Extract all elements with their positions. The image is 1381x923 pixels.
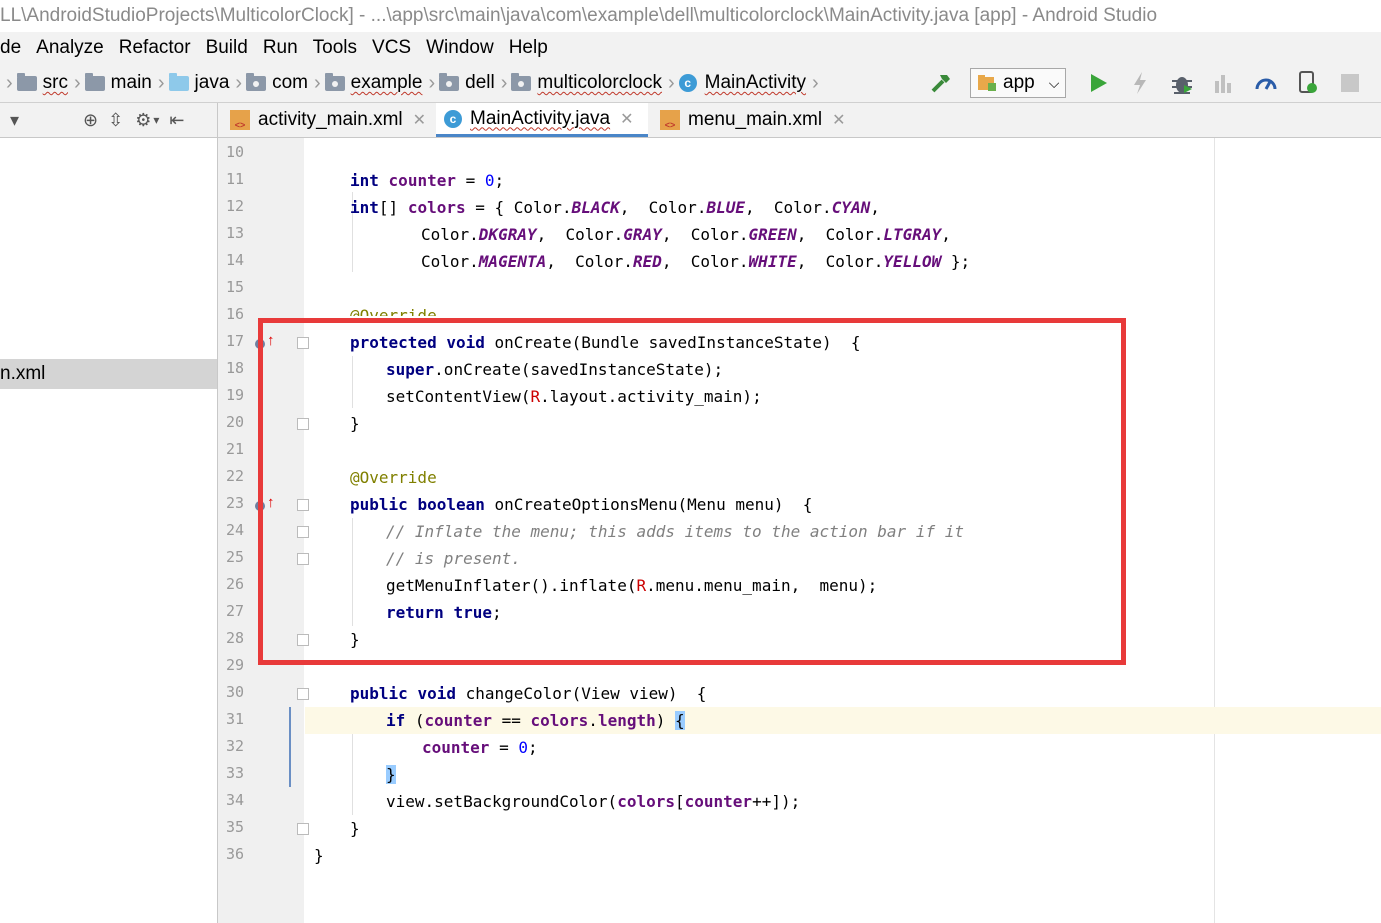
- hammer-icon[interactable]: [928, 69, 956, 97]
- run-icon[interactable]: [1084, 69, 1112, 97]
- menu-run[interactable]: Run: [263, 37, 298, 59]
- chevron-right-icon: ›: [74, 71, 81, 94]
- breadcrumb-dell[interactable]: dell ›: [439, 72, 511, 95]
- chevron-right-icon: ›: [812, 71, 819, 94]
- code-line-32: counter = 0;: [422, 738, 538, 757]
- scroll-from-source-icon[interactable]: ⊕: [83, 110, 98, 131]
- chevron-right-icon: ›: [667, 71, 675, 94]
- chevron-right-icon: ›: [428, 71, 436, 94]
- breadcrumb-example[interactable]: example ›: [324, 71, 440, 95]
- breadcrumb-main[interactable]: main ›: [84, 71, 169, 95]
- apply-changes-icon[interactable]: [1126, 69, 1154, 97]
- menu-tools[interactable]: Tools: [313, 37, 357, 59]
- tab-menu-main-xml[interactable]: <> menu_main.xml ✕: [652, 103, 852, 137]
- highlight-annotation-box: [258, 318, 1126, 665]
- stop-icon[interactable]: [1336, 69, 1364, 97]
- collapse-all-icon[interactable]: ⇳: [108, 110, 123, 131]
- close-icon[interactable]: ✕: [620, 109, 633, 129]
- gear-icon[interactable]: ⚙: [135, 110, 151, 131]
- code-line-31-current: if (counter == colors.length) {: [305, 707, 1381, 734]
- project-tool-header: ▾ ⊕ ⇳ ⚙ ▾ ⇤: [0, 103, 218, 137]
- code-line-34: view.setBackgroundColor(colors[counter++…: [386, 792, 801, 811]
- chevron-right-icon: ›: [235, 71, 243, 94]
- close-icon[interactable]: ✕: [832, 110, 845, 130]
- android-module-icon: [978, 75, 996, 91]
- xml-icon: <>: [660, 110, 680, 130]
- code-line-36: }: [314, 846, 324, 865]
- class-icon: c: [678, 74, 697, 92]
- menu-vcs[interactable]: VCS: [372, 37, 411, 59]
- folder-icon: [16, 72, 37, 91]
- matched-brace: {: [675, 711, 685, 730]
- debug-icon[interactable]: [1168, 69, 1196, 97]
- source-folder-icon: [168, 72, 189, 91]
- breadcrumb-multicolorclock[interactable]: multicolorclock ›: [511, 72, 678, 95]
- main-toolbar: app ⌵: [928, 66, 1378, 100]
- chevron-down-icon: ⌵: [1048, 74, 1060, 91]
- run-configuration-select[interactable]: app ⌵: [970, 68, 1067, 98]
- window-title: LL\AndroidStudioProjects\MulticolorClock…: [0, 0, 1381, 32]
- menu-bar: de Analyze Refactor Build Run Tools VCS …: [0, 32, 1381, 64]
- chevron-right-icon: ›: [313, 71, 321, 94]
- device-manager-icon[interactable]: [1294, 69, 1322, 97]
- attach-debugger-icon[interactable]: [1210, 69, 1238, 97]
- menu-window[interactable]: Window: [426, 37, 494, 59]
- package-icon: [439, 72, 460, 91]
- code-line-16: @Override: [350, 306, 437, 316]
- breadcrumb-java[interactable]: java ›: [168, 71, 247, 95]
- menu-help[interactable]: Help: [509, 37, 548, 59]
- xml-icon: <>: [230, 110, 250, 130]
- hide-panel-icon[interactable]: ⇤: [169, 110, 184, 131]
- chevron-right-icon: ›: [157, 71, 165, 94]
- class-icon: c: [444, 109, 462, 128]
- tab-activity-main-xml[interactable]: <> activity_main.xml ✕: [222, 103, 434, 137]
- package-icon: [324, 72, 345, 91]
- code-line-33: }: [0, 761, 1381, 788]
- menu-ide[interactable]: de: [0, 37, 21, 59]
- chevron-right-icon: ›: [6, 71, 13, 94]
- code-line-13: Color.DKGRAY, Color.GRAY, Color.GREEN, C…: [421, 225, 951, 244]
- dropdown-arrow-icon[interactable]: ▾: [10, 110, 19, 131]
- profiler-icon[interactable]: [1252, 69, 1280, 97]
- code-line-12: int[] colors = { Color.BLACK, Color.BLUE…: [350, 198, 880, 217]
- code-line-30: public void changeColor(View view) {: [350, 684, 707, 703]
- chevron-right-icon: ›: [500, 71, 508, 94]
- close-icon[interactable]: ✕: [413, 110, 426, 130]
- package-icon: [511, 72, 532, 91]
- code-line-14: Color.MAGENTA, Color.RED, Color.WHITE, C…: [421, 252, 971, 271]
- code-line-35: }: [350, 819, 360, 838]
- breadcrumb-com[interactable]: com ›: [246, 72, 325, 95]
- menu-refactor[interactable]: Refactor: [119, 37, 191, 59]
- menu-analyze[interactable]: Analyze: [36, 37, 104, 59]
- folder-icon: [84, 72, 105, 91]
- editor-tab-bar: ▾ ⊕ ⇳ ⚙ ▾ ⇤ <> activity_main.xml ✕ c Mai…: [0, 103, 1381, 138]
- package-icon: [246, 72, 267, 91]
- menu-build[interactable]: Build: [206, 37, 248, 59]
- tab-mainactivity-java[interactable]: c MainActivity.java ✕: [436, 103, 648, 137]
- code-line-11: int counter = 0;: [350, 171, 505, 190]
- matched-brace: }: [386, 765, 396, 784]
- breadcrumb-mainactivity[interactable]: c MainActivity ›: [678, 71, 823, 95]
- chevron-down-icon[interactable]: ▾: [153, 113, 159, 127]
- breadcrumb-src[interactable]: src ›: [16, 71, 85, 95]
